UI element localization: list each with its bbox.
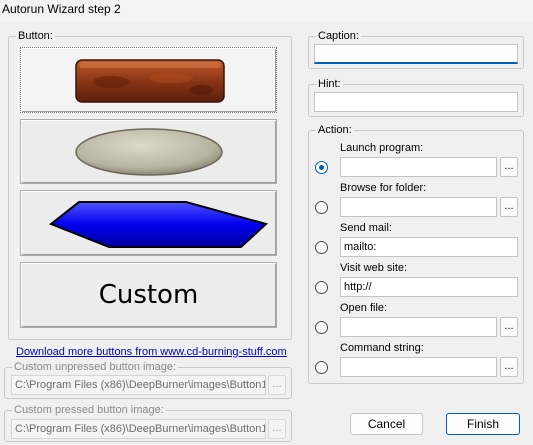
open-file-radio[interactable]	[315, 321, 328, 334]
open-file-browse-button[interactable]: ...	[500, 317, 518, 337]
download-buttons-link[interactable]: Download more buttons from www.cd-burnin…	[16, 346, 287, 358]
unpressed-browse-button[interactable]: ...	[268, 375, 286, 395]
visit-web-site-input[interactable]: http://	[340, 277, 518, 297]
caption-label: Caption:	[316, 30, 361, 42]
command-string-label: Command string:	[340, 342, 424, 354]
button-preview-brick[interactable]	[20, 47, 277, 113]
finish-button[interactable]: Finish	[446, 413, 520, 435]
command-string-browse-button[interactable]: ...	[500, 357, 518, 377]
stone-ellipse-button-image	[75, 128, 223, 176]
launch-program-label: Launch program:	[340, 142, 424, 154]
open-file-input[interactable]	[340, 317, 497, 337]
unpressed-image-label: Custom unpressed button image:	[12, 361, 179, 373]
pressed-image-label: Custom pressed button image:	[12, 404, 166, 416]
command-string-input[interactable]	[340, 357, 497, 377]
launch-program-radio[interactable]	[315, 161, 328, 174]
blue-hexagon-button-image	[49, 201, 269, 248]
unpressed-image-field[interactable]: C:\Program Files (x86)\DeepBurner\images…	[11, 375, 266, 395]
send-mail-input[interactable]: mailto:	[340, 237, 518, 257]
visit-web-site-label: Visit web site:	[340, 262, 408, 274]
hint-input[interactable]	[314, 92, 518, 112]
button-preview-custom[interactable]: Custom	[20, 262, 277, 328]
command-string-radio[interactable]	[315, 361, 328, 374]
browse-folder-label: Browse for folder:	[340, 182, 427, 194]
visit-web-site-radio[interactable]	[315, 281, 328, 294]
hint-label: Hint:	[316, 78, 343, 90]
pressed-browse-button[interactable]: ...	[268, 419, 286, 439]
button-group-label: Button:	[16, 30, 55, 42]
caption-input[interactable]	[314, 44, 518, 64]
pressed-image-field[interactable]: C:\Program Files (x86)\DeepBurner\images…	[11, 419, 266, 439]
browse-folder-input[interactable]	[340, 197, 497, 217]
browse-folder-browse-button[interactable]: ...	[500, 197, 518, 217]
launch-program-input[interactable]	[340, 157, 497, 177]
brick-button-image	[75, 59, 225, 103]
cancel-button[interactable]: Cancel	[350, 413, 423, 435]
button-preview-blue[interactable]	[20, 190, 277, 256]
action-label: Action:	[316, 124, 354, 136]
launch-program-browse-button[interactable]: ...	[500, 157, 518, 177]
send-mail-label: Send mail:	[340, 222, 392, 234]
custom-button-text: Custom	[98, 280, 199, 310]
button-preview-stone[interactable]	[20, 119, 277, 184]
browse-folder-radio[interactable]	[315, 201, 328, 214]
send-mail-radio[interactable]	[315, 241, 328, 254]
window-title: Autorun Wizard step 2	[0, 0, 533, 22]
open-file-label: Open file:	[340, 302, 388, 314]
